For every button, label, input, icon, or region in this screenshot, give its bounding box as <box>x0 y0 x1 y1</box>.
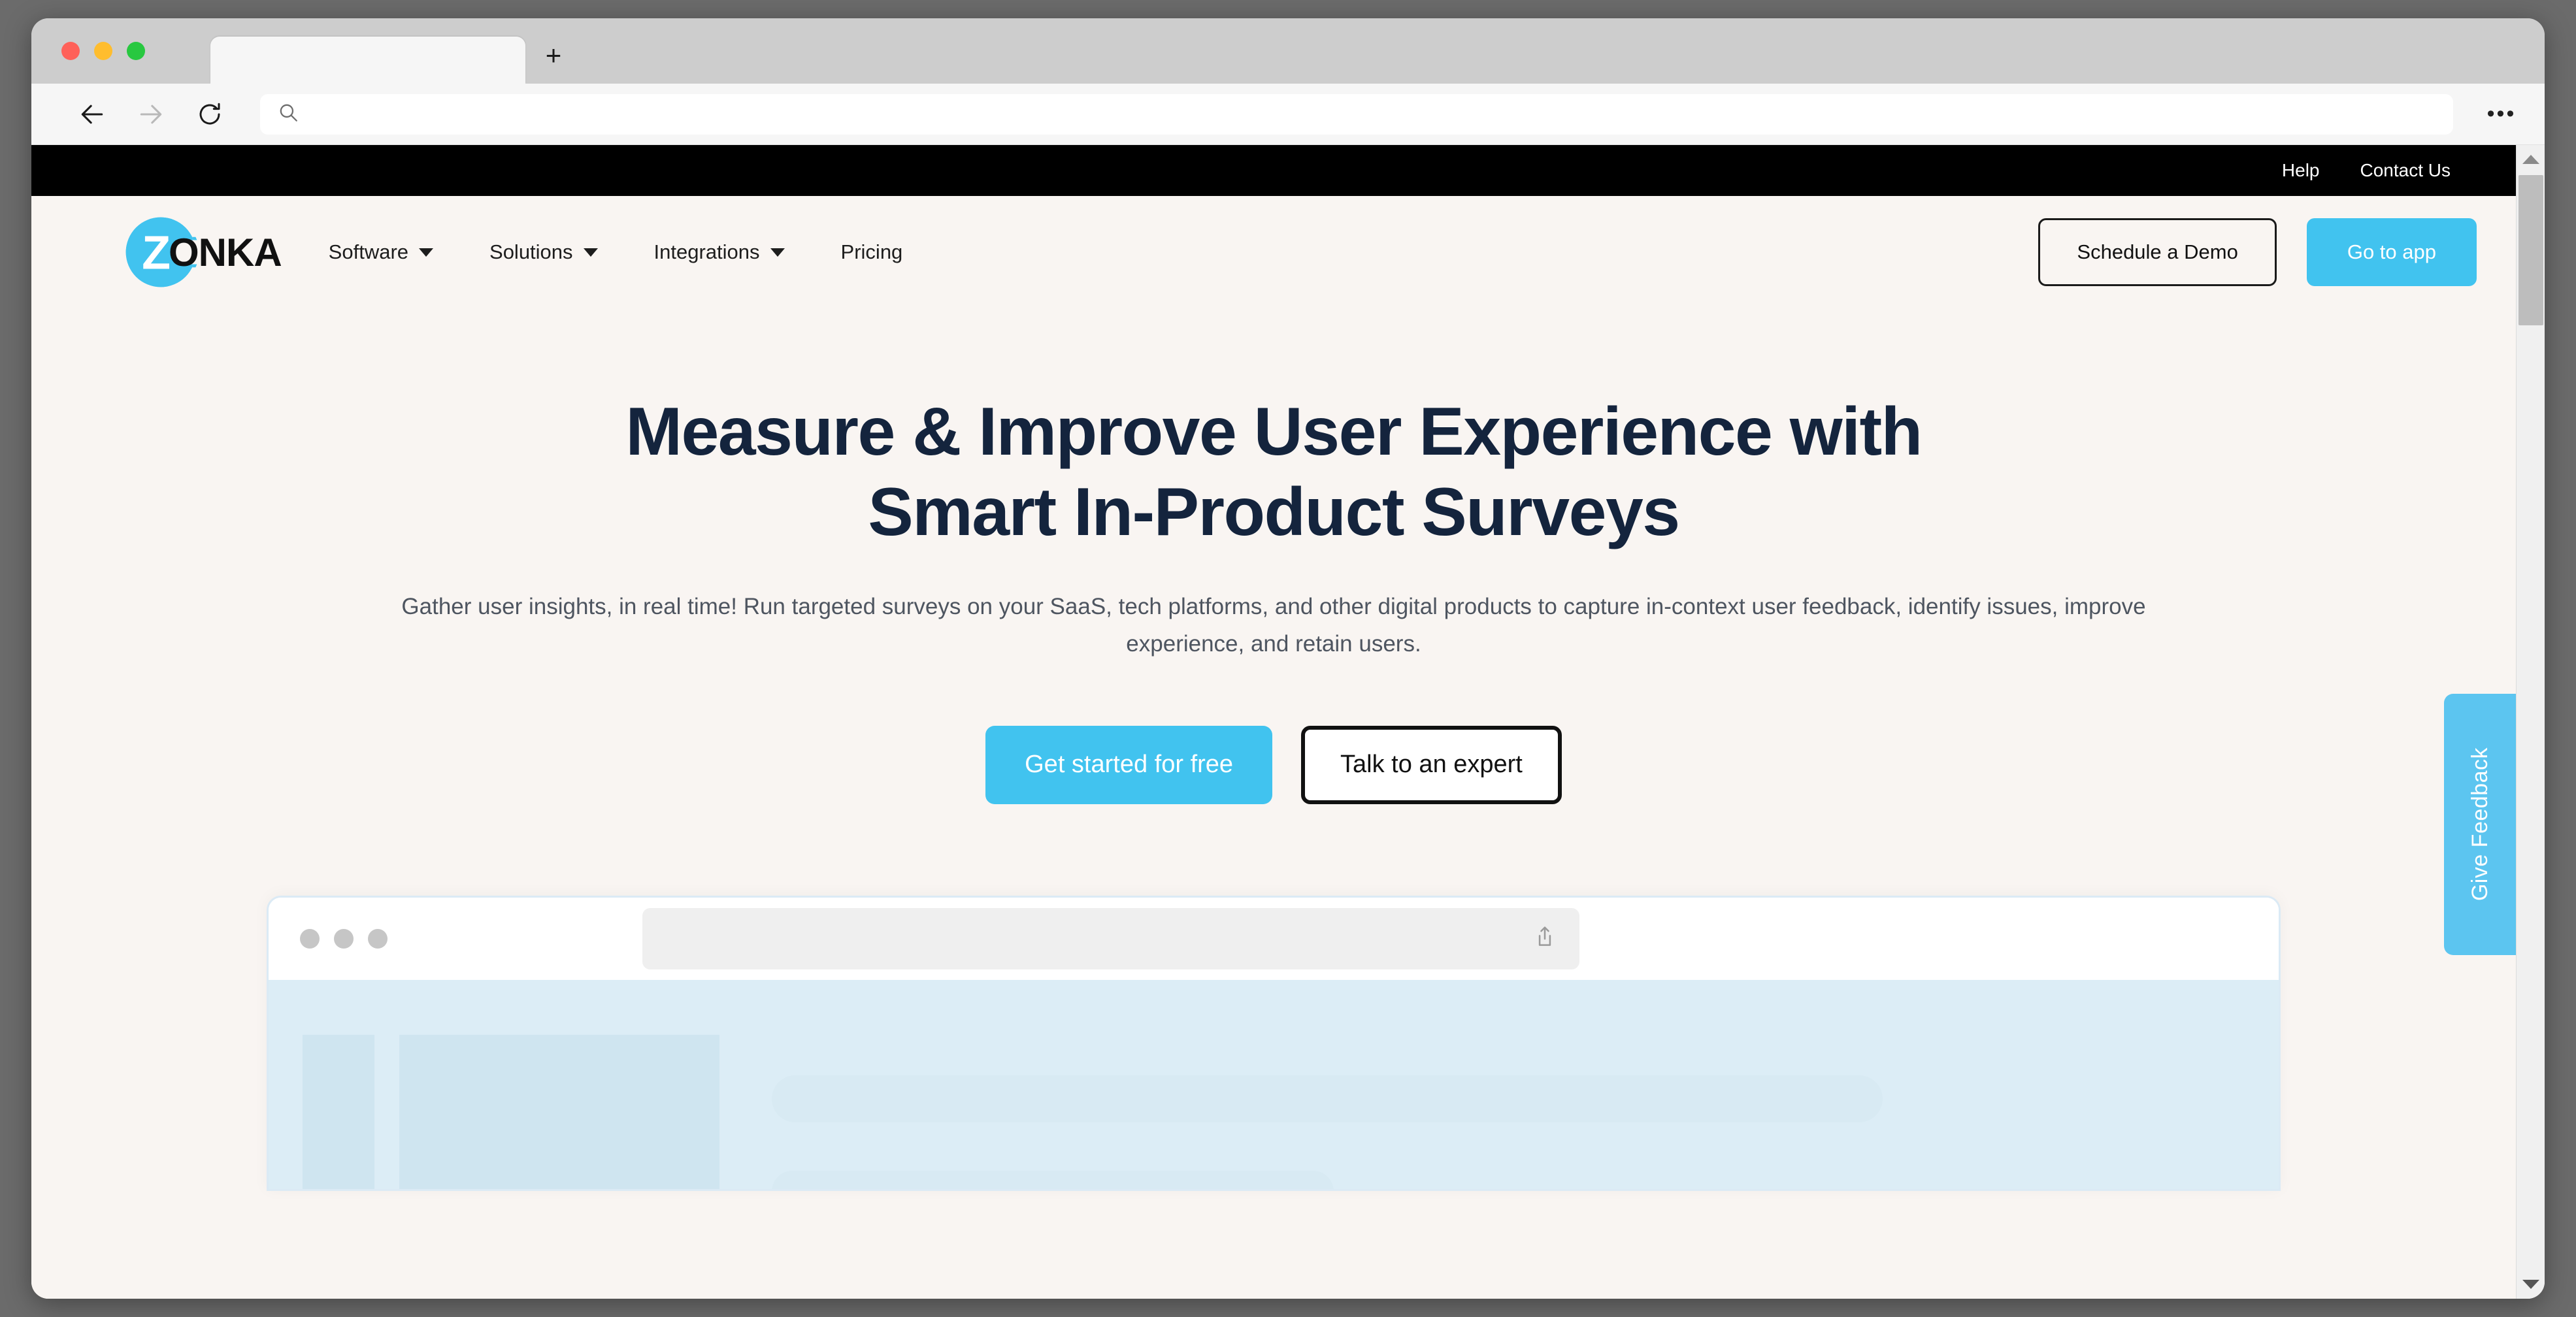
scroll-down-arrow-icon[interactable] <box>2517 1270 2545 1299</box>
chevron-down-icon <box>770 248 785 257</box>
brand-logo[interactable]: Z ONKA <box>123 214 282 290</box>
give-feedback-tab-label: Give Feedback <box>2467 747 2492 902</box>
reload-icon[interactable] <box>195 99 225 129</box>
mockup-address-bar <box>642 907 1579 969</box>
mockup-titlebar <box>269 897 2279 980</box>
page-title: Measure & Improve User Experience with S… <box>391 392 2156 552</box>
scrollbar-thumb[interactable] <box>2518 175 2543 325</box>
hero-subtitle: Gather user insights, in real time! Run … <box>372 589 2175 662</box>
schedule-demo-button[interactable]: Schedule a Demo <box>2038 218 2277 286</box>
page-scrollbar[interactable] <box>2516 145 2545 1299</box>
utility-bar: Help Contact Us <box>31 145 2516 196</box>
new-tab-button[interactable]: + <box>536 38 571 73</box>
mockup-window <box>267 895 2281 1191</box>
mockup-dot <box>368 928 388 949</box>
nav-item-software-label: Software <box>328 240 409 263</box>
hero-title-line-2: Smart In-Product Surveys <box>868 474 1680 550</box>
browser-tab[interactable] <box>210 37 525 84</box>
browser-tab-strip: + <box>31 18 2545 84</box>
mockup-dot <box>334 928 354 949</box>
header-actions: Schedule a Demo Go to app <box>2038 218 2477 286</box>
scroll-up-arrow-icon[interactable] <box>2517 145 2545 174</box>
more-options-icon[interactable]: ••• <box>2482 98 2521 131</box>
search-icon <box>277 101 299 127</box>
skeleton-panel <box>399 1034 719 1189</box>
nav-item-pricing-label: Pricing <box>840 240 903 263</box>
product-mockup <box>267 895 2281 1191</box>
mockup-dot <box>300 928 320 949</box>
chevron-down-icon <box>583 248 598 257</box>
forward-arrow-icon[interactable] <box>136 99 166 129</box>
talk-to-expert-button[interactable]: Talk to an expert <box>1301 725 1562 804</box>
go-to-app-button[interactable]: Go to app <box>2306 218 2477 286</box>
back-arrow-icon[interactable] <box>77 99 107 129</box>
utility-link-help[interactable]: Help <box>2282 160 2320 181</box>
browser-tab-title <box>210 37 525 51</box>
nav-item-pricing[interactable]: Pricing <box>841 240 903 264</box>
nav-item-solutions-label: Solutions <box>489 240 573 263</box>
skeleton-sidebar-rail <box>303 1034 374 1189</box>
get-started-button[interactable]: Get started for free <box>985 725 1273 804</box>
hero-title-line-1: Measure & Improve User Experience with <box>625 394 1923 470</box>
window-close-button[interactable] <box>61 42 80 60</box>
brand-wordmark: ONKA <box>169 230 282 274</box>
browser-viewport: Help Contact Us Z ONKA Software Solution… <box>31 145 2545 1299</box>
window-maximize-button[interactable] <box>127 42 145 60</box>
nav-item-software[interactable]: Software <box>328 240 434 264</box>
desktop-background: + ••• Help Contact Us Z ONKA Software So… <box>0 0 2576 1317</box>
browser-toolbar: ••• <box>31 84 2545 145</box>
mockup-traffic-lights <box>300 928 388 949</box>
skeleton-line <box>772 1075 1883 1122</box>
nav-item-integrations[interactable]: Integrations <box>654 240 785 264</box>
address-bar[interactable] <box>260 93 2453 135</box>
hero-section: Measure & Improve User Experience with S… <box>31 308 2516 804</box>
site-header: Z ONKA Software Solutions Integrations P… <box>31 196 2516 308</box>
share-icon <box>1532 924 1557 952</box>
utility-link-contact-us[interactable]: Contact Us <box>2360 160 2451 181</box>
web-page: Help Contact Us Z ONKA Software Solution… <box>31 145 2516 1299</box>
browser-window: + ••• Help Contact Us Z ONKA Software So… <box>31 18 2545 1299</box>
hero-subtitle-line-1: Gather user insights, in real time! Run … <box>401 594 1640 620</box>
chevron-down-icon <box>419 248 434 257</box>
skeleton-line <box>772 1170 1334 1189</box>
give-feedback-tab[interactable]: Give Feedback <box>2444 694 2516 955</box>
mockup-content <box>269 979 2279 1189</box>
nav-item-solutions[interactable]: Solutions <box>489 240 598 264</box>
window-traffic-lights <box>61 42 145 60</box>
svg-text:Z: Z <box>142 227 171 280</box>
window-minimize-button[interactable] <box>94 42 112 60</box>
hero-cta-group: Get started for free Talk to an expert <box>31 725 2516 804</box>
main-navigation: Software Solutions Integrations Pricing <box>329 240 903 264</box>
nav-item-integrations-label: Integrations <box>653 240 760 263</box>
